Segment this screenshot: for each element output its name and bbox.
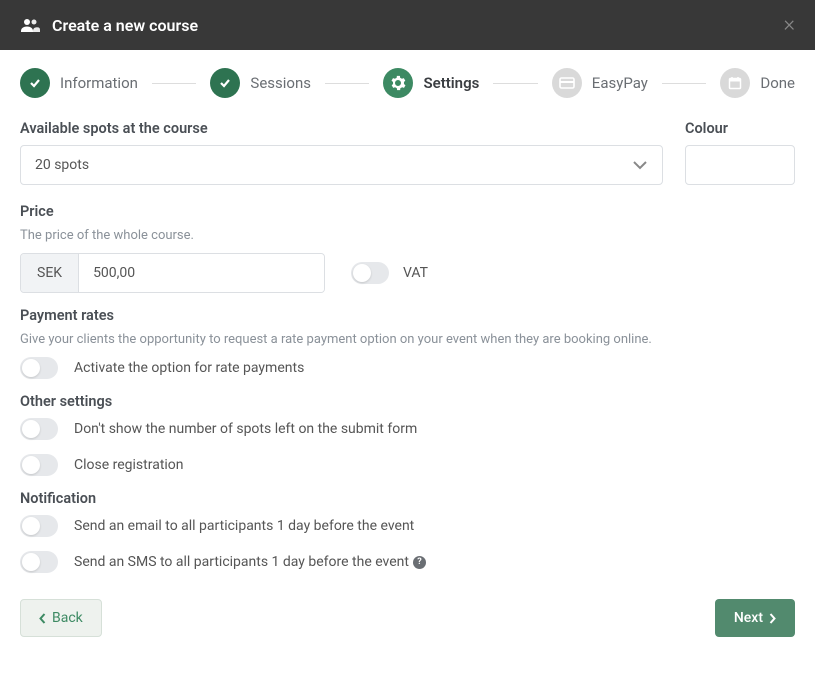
info-icon[interactable]: ? [413, 556, 426, 569]
vat-label: VAT [403, 265, 428, 281]
modal-header: Create a new course × [0, 0, 815, 50]
stepper: Information Sessions Settings [20, 68, 795, 98]
hide-spots-toggle[interactable] [20, 418, 58, 440]
spots-select[interactable]: 20 spots [20, 145, 663, 185]
price-input-group: SEK [20, 253, 325, 293]
sms-reminder-label: Send an SMS to all participants 1 day be… [74, 554, 426, 570]
calendar-icon [720, 68, 750, 98]
check-icon [210, 68, 240, 98]
card-icon [552, 68, 582, 98]
step-sessions[interactable]: Sessions [210, 68, 311, 98]
close-registration-label: Close registration [74, 457, 184, 473]
rates-option-label: Activate the option for rate payments [74, 360, 304, 376]
colour-picker[interactable] [685, 145, 795, 185]
step-settings[interactable]: Settings [383, 68, 479, 98]
check-icon [20, 68, 50, 98]
chevron-right-icon [769, 613, 776, 624]
step-done: Done [720, 68, 795, 98]
spots-value: 20 spots [35, 157, 89, 173]
modal-title: Create a new course [52, 16, 198, 35]
price-sublabel: The price of the whole course. [20, 228, 795, 243]
people-icon [20, 18, 40, 32]
sms-reminder-toggle[interactable] [20, 551, 58, 573]
next-button[interactable]: Next [715, 599, 795, 637]
colour-label: Colour [685, 120, 795, 137]
gear-icon [383, 68, 413, 98]
back-button[interactable]: Back [20, 599, 102, 637]
currency-label: SEK [21, 254, 79, 292]
step-information[interactable]: Information [20, 68, 138, 98]
step-easypay: EasyPay [552, 68, 648, 98]
close-icon[interactable]: × [783, 14, 795, 36]
notification-label: Notification [20, 490, 795, 507]
rates-sublabel: Give your clients the opportunity to req… [20, 332, 795, 347]
price-input[interactable] [79, 254, 324, 292]
spots-label: Available spots at the course [20, 120, 663, 137]
vat-toggle[interactable] [351, 262, 389, 284]
rates-label: Payment rates [20, 307, 795, 324]
email-reminder-label: Send an email to all participants 1 day … [74, 518, 414, 534]
hide-spots-label: Don't show the number of spots left on t… [74, 421, 417, 437]
email-reminder-toggle[interactable] [20, 515, 58, 537]
price-label: Price [20, 203, 795, 220]
chevron-left-icon [39, 613, 46, 624]
other-label: Other settings [20, 393, 795, 410]
chevron-down-icon [632, 160, 648, 170]
rates-toggle[interactable] [20, 357, 58, 379]
close-registration-toggle[interactable] [20, 454, 58, 476]
